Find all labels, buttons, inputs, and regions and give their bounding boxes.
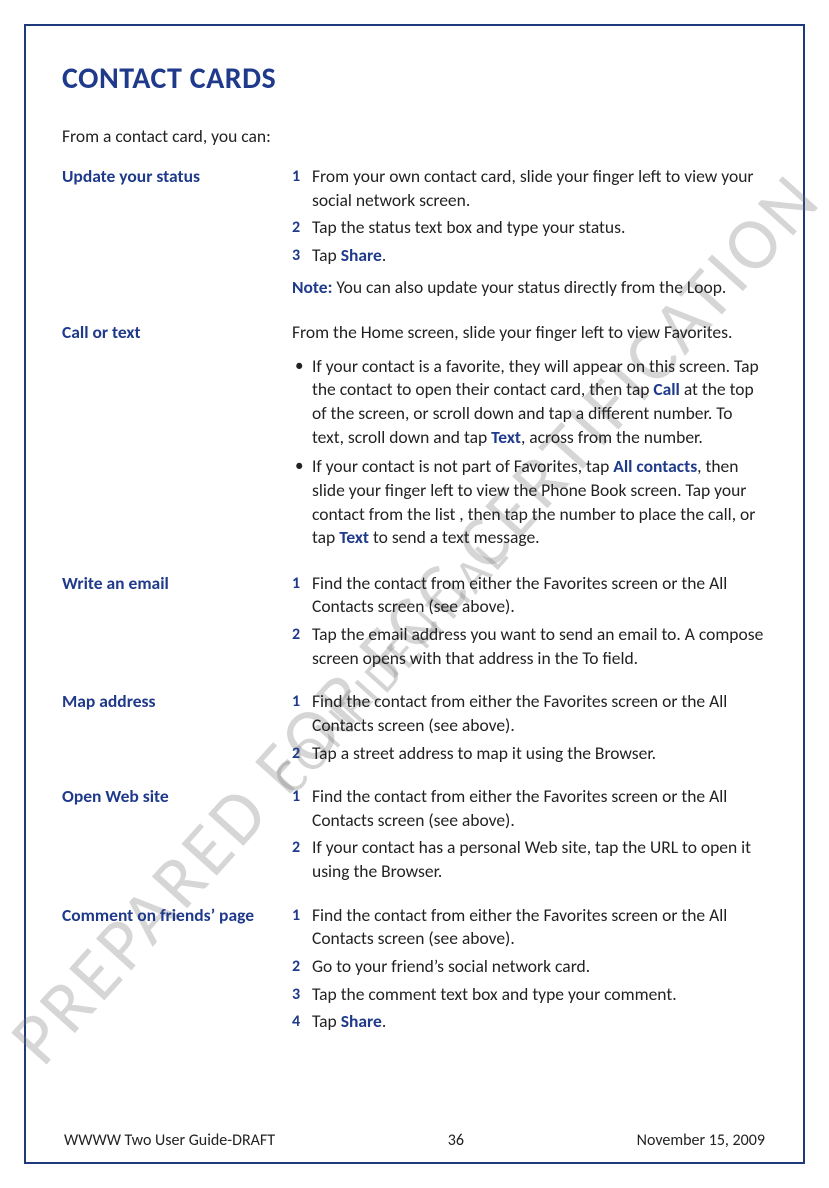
bullet: If your contact is not part of Favorites… — [292, 455, 767, 550]
steps-web: Find the contact from either the Favorit… — [292, 785, 767, 884]
text: If your contact is not part of Favorites… — [312, 455, 613, 477]
note: Note: You can also update your status di… — [292, 276, 767, 300]
section-open-website: Open Web site Find the contact from eith… — [62, 785, 767, 888]
label-comment: Comment on friends’ page — [62, 904, 292, 928]
step: From your own contact card, slide your f… — [292, 165, 767, 212]
footer-page-number: 36 — [448, 1131, 464, 1150]
label-open-website: Open Web site — [62, 785, 292, 809]
text: , across from the number. — [521, 426, 703, 448]
body-update-status: From your own contact card, slide your f… — [292, 165, 767, 305]
section-map-address: Map address Find the contact from either… — [62, 690, 767, 769]
page: PREPARED FOR FCC CERTIFICATION CONFIDENT… — [0, 0, 829, 1188]
section-write-email: Write an email Find the contact from eit… — [62, 572, 767, 675]
label-map-address: Map address — [62, 690, 292, 714]
step: Find the contact from either the Favorit… — [292, 785, 767, 832]
step: Go to your friend’s social network card. — [292, 955, 767, 979]
page-title: CONTACT CARDS — [62, 60, 767, 97]
step: If your contact has a personal Web site,… — [292, 836, 767, 883]
label-write-email: Write an email — [62, 572, 292, 596]
section-update-status: Update your status From your own contact… — [62, 165, 767, 305]
keyword-text: Text — [339, 526, 369, 548]
steps-map: Find the contact from either the Favorit… — [292, 690, 767, 765]
step: Tap Share. — [292, 1010, 767, 1034]
text: . — [382, 244, 386, 266]
text: Tap — [312, 244, 341, 266]
keyword-share: Share — [341, 244, 382, 266]
text: . — [382, 1010, 386, 1032]
lead-text: From the Home screen, slide your finger … — [292, 321, 767, 345]
label-update-status: Update your status — [62, 165, 292, 189]
note-text: You can also update your status directly… — [332, 276, 726, 298]
body-comment: Find the contact from either the Favorit… — [292, 904, 767, 1038]
footer-left: WWWW Two User Guide-DRAFT — [64, 1131, 275, 1150]
step: Tap the status text box and type your st… — [292, 216, 767, 240]
footer: WWWW Two User Guide-DRAFT 36 November 15… — [62, 1131, 767, 1152]
bullets-call: If your contact is a favorite, they will… — [292, 355, 767, 550]
steps-comment: Find the contact from either the Favorit… — [292, 904, 767, 1034]
intro-text: From a contact card, you can: — [62, 125, 767, 147]
section-comment: Comment on friends’ page Find the contac… — [62, 904, 767, 1038]
keyword-all-contacts: All contacts — [613, 455, 697, 477]
section-call-text: Call or text From the Home screen, slide… — [62, 321, 767, 556]
label-call-text: Call or text — [62, 321, 292, 345]
step: Tap the comment text box and type your c… — [292, 983, 767, 1007]
step: Tap a street address to map it using the… — [292, 742, 767, 766]
step: Tap Share. — [292, 244, 767, 268]
step: Find the contact from either the Favorit… — [292, 904, 767, 951]
text: Tap — [312, 1010, 341, 1032]
steps-email: Find the contact from either the Favorit… — [292, 572, 767, 671]
content: CONTACT CARDS From a contact card, you c… — [62, 60, 767, 1131]
footer-date: November 15, 2009 — [637, 1131, 765, 1150]
body-map-address: Find the contact from either the Favorit… — [292, 690, 767, 769]
bullet: If your contact is a favorite, they will… — [292, 355, 767, 450]
step: Find the contact from either the Favorit… — [292, 572, 767, 619]
body-open-website: Find the contact from either the Favorit… — [292, 785, 767, 888]
page-frame: CONTACT CARDS From a contact card, you c… — [24, 24, 805, 1164]
step: Tap the email address you want to send a… — [292, 623, 767, 670]
note-label: Note: — [292, 276, 332, 298]
text: to send a text message. — [369, 526, 540, 548]
step: Find the contact from either the Favorit… — [292, 690, 767, 737]
body-call-text: From the Home screen, slide your finger … — [292, 321, 767, 556]
body-write-email: Find the contact from either the Favorit… — [292, 572, 767, 675]
keyword-share: Share — [341, 1010, 382, 1032]
steps-update: From your own contact card, slide your f… — [292, 165, 767, 268]
keyword-text: Text — [491, 426, 521, 448]
keyword-call: Call — [653, 378, 680, 400]
